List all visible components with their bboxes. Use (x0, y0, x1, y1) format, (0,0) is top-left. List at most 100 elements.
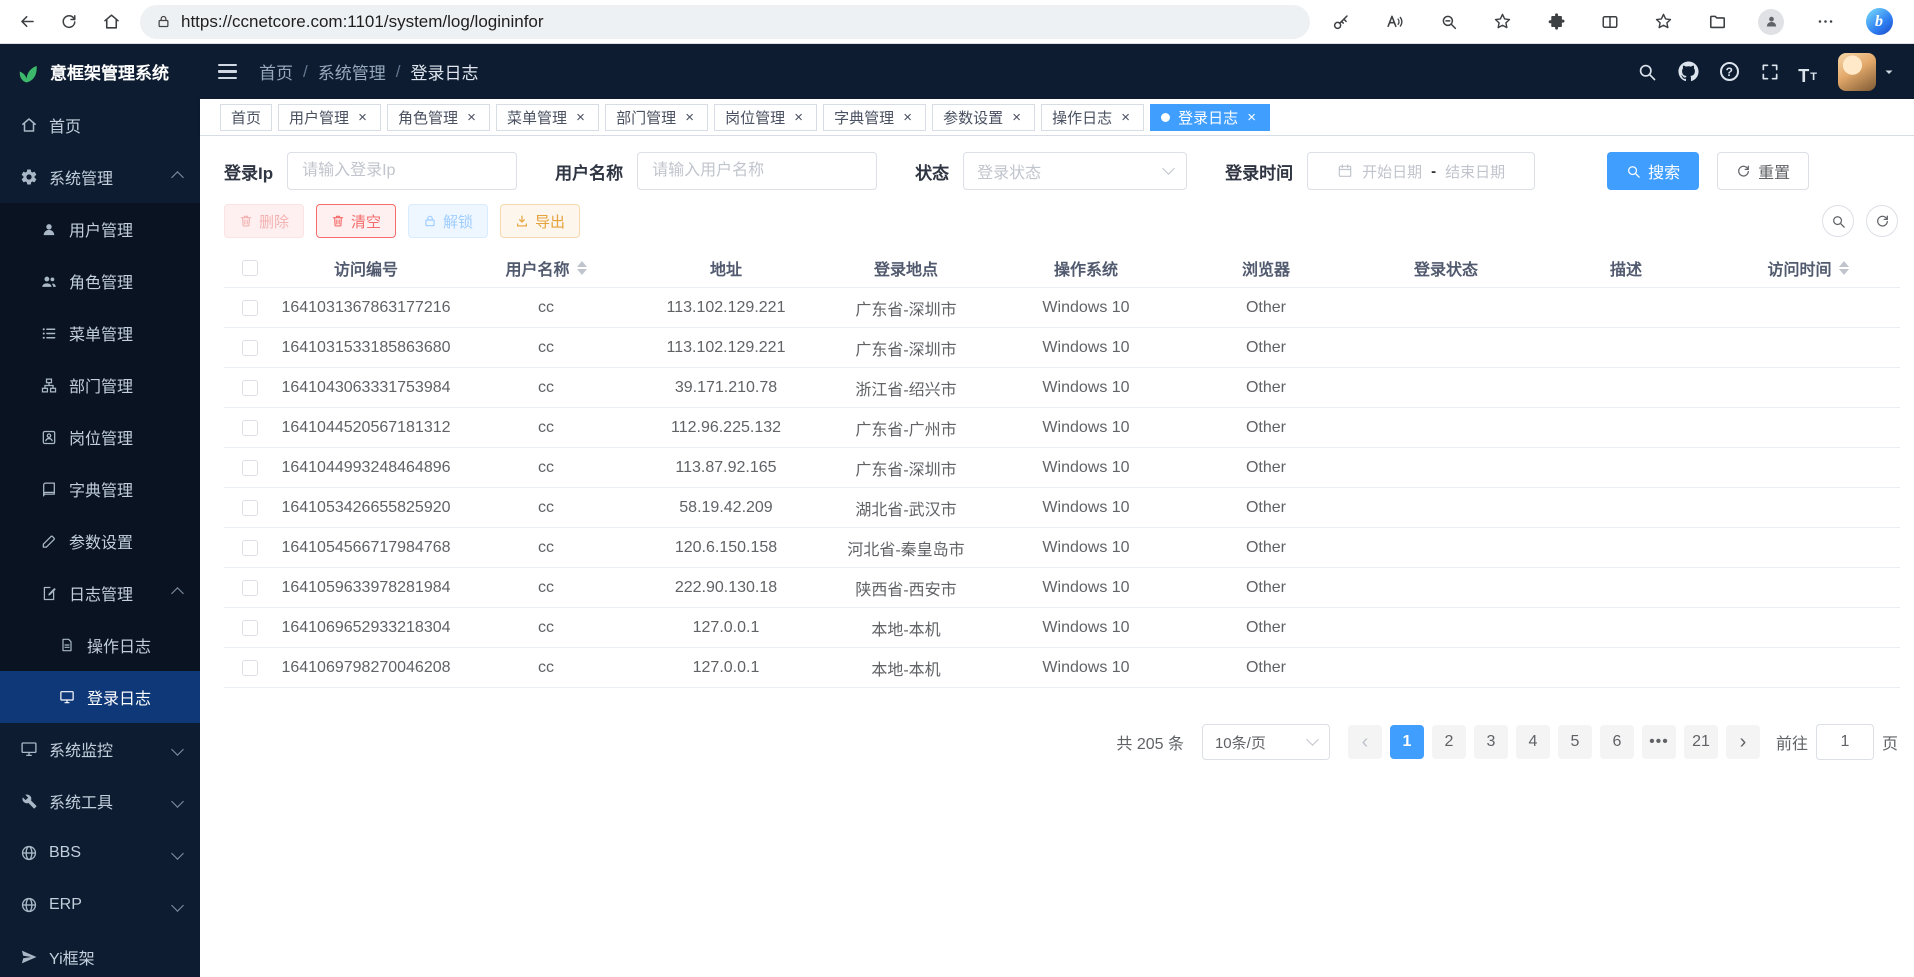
tab-home[interactable]: 首页 (220, 104, 272, 131)
column-login-status[interactable]: 登录状态 (1356, 256, 1536, 280)
tab-post-management[interactable]: 岗位管理× (714, 104, 817, 131)
row-checkbox[interactable] (242, 420, 258, 436)
sidebar-item-post-management[interactable]: 岗位管理 (0, 411, 200, 463)
collections-icon[interactable] (1699, 4, 1737, 40)
user-avatar[interactable] (1838, 53, 1876, 91)
browser-profile-button[interactable] (1752, 4, 1790, 40)
prev-page-button[interactable]: ‹ (1348, 725, 1382, 759)
sort-carets-icon[interactable] (577, 261, 587, 275)
delete-button[interactable]: 删除 (224, 204, 304, 238)
tab-close-icon[interactable]: × (464, 110, 479, 125)
row-checkbox[interactable] (242, 660, 258, 676)
sidebar-item-role-management[interactable]: 角色管理 (0, 255, 200, 307)
password-key-icon[interactable] (1322, 4, 1360, 40)
status-select[interactable]: 登录状态 (963, 152, 1187, 190)
zoom-icon[interactable] (1430, 4, 1468, 40)
next-page-button[interactable]: › (1726, 725, 1760, 759)
toggle-search-button[interactable] (1822, 205, 1854, 237)
tab-close-icon[interactable]: × (1244, 110, 1259, 125)
sidebar-item-menu-management[interactable]: 菜单管理 (0, 307, 200, 359)
sidebar-item-dept-management[interactable]: 部门管理 (0, 359, 200, 411)
sidebar-item-operation-log[interactable]: 操作日志 (0, 619, 200, 671)
row-checkbox[interactable] (242, 460, 258, 476)
app-logo[interactable]: 意框架管理系统 (0, 44, 200, 99)
row-checkbox[interactable] (242, 500, 258, 516)
search-button[interactable]: 搜索 (1607, 152, 1699, 190)
column-browser[interactable]: 浏览器 (1176, 256, 1356, 280)
sidebar-item-param-settings[interactable]: 参数设置 (0, 515, 200, 567)
page-button-6[interactable]: 6 (1600, 725, 1634, 759)
read-aloud-icon[interactable] (1376, 4, 1414, 40)
split-screen-icon[interactable] (1591, 4, 1629, 40)
page-button-4[interactable]: 4 (1516, 725, 1550, 759)
user-name-input[interactable] (637, 152, 877, 190)
row-checkbox[interactable] (242, 300, 258, 316)
tab-dept-management[interactable]: 部门管理× (605, 104, 708, 131)
column-description[interactable]: 描述 (1536, 256, 1716, 280)
extensions-icon[interactable] (1537, 4, 1575, 40)
tab-operation-log[interactable]: 操作日志× (1041, 104, 1144, 131)
reset-button[interactable]: 重置 (1717, 152, 1809, 190)
tab-login-log[interactable]: 登录日志× (1150, 104, 1270, 131)
sidebar-item-erp[interactable]: ERP (0, 879, 200, 931)
sidebar-item-dict-management[interactable]: 字典管理 (0, 463, 200, 515)
column-login-location[interactable]: 登录地点 (816, 256, 996, 280)
page-button-3[interactable]: 3 (1474, 725, 1508, 759)
select-all-checkbox[interactable] (242, 260, 258, 276)
sidebar-item-system-management[interactable]: 系统管理 (0, 151, 200, 203)
browser-address-bar[interactable]: https://ccnetcore.com:1101/system/log/lo… (140, 5, 1310, 39)
column-user-name[interactable]: 用户名称 (456, 256, 636, 280)
page-button-5[interactable]: 5 (1558, 725, 1592, 759)
more-pages-button[interactable]: ••• (1642, 725, 1676, 759)
tab-close-icon[interactable]: × (682, 110, 697, 125)
clear-button[interactable]: 清空 (316, 204, 396, 238)
sidebar-item-home[interactable]: 首页 (0, 99, 200, 151)
export-button[interactable]: 导出 (500, 204, 580, 238)
tab-role-management[interactable]: 角色管理× (387, 104, 490, 131)
tab-menu-management[interactable]: 菜单管理× (496, 104, 599, 131)
fullscreen-icon[interactable] (1757, 59, 1783, 85)
tab-dict-management[interactable]: 字典管理× (823, 104, 926, 131)
tab-close-icon[interactable]: × (1009, 110, 1024, 125)
page-button-1[interactable]: 1 (1390, 725, 1424, 759)
tab-param-settings[interactable]: 参数设置× (932, 104, 1035, 131)
row-checkbox[interactable] (242, 380, 258, 396)
column-visit-time[interactable]: 访问时间 (1716, 256, 1900, 280)
sidebar-item-system-tools[interactable]: 系统工具 (0, 775, 200, 827)
tab-close-icon[interactable]: × (791, 110, 806, 125)
help-icon[interactable]: ? (1716, 59, 1742, 85)
font-size-icon[interactable]: TT (1798, 59, 1817, 85)
column-address[interactable]: 地址 (636, 256, 816, 280)
unlock-button[interactable]: 解锁 (408, 204, 488, 238)
row-checkbox[interactable] (242, 620, 258, 636)
copilot-icon[interactable]: b (1860, 4, 1898, 40)
user-menu[interactable] (1838, 53, 1896, 91)
row-checkbox[interactable] (242, 540, 258, 556)
sidebar-item-user-management[interactable]: 用户管理 (0, 203, 200, 255)
browser-refresh-button[interactable] (50, 4, 88, 40)
column-visit-id[interactable]: 访问编号 (276, 256, 456, 280)
tab-user-management[interactable]: 用户管理× (278, 104, 381, 131)
browser-settings-icon[interactable] (1806, 4, 1844, 40)
row-checkbox[interactable] (242, 340, 258, 356)
column-os[interactable]: 操作系统 (996, 256, 1176, 280)
page-button-2[interactable]: 2 (1432, 725, 1466, 759)
tab-close-icon[interactable]: × (900, 110, 915, 125)
sidebar-item-bbs[interactable]: BBS (0, 827, 200, 879)
refresh-table-button[interactable] (1866, 205, 1898, 237)
tab-close-icon[interactable]: × (1118, 110, 1133, 125)
add-favorite-icon[interactable] (1483, 4, 1521, 40)
row-checkbox[interactable] (242, 580, 258, 596)
sidebar-item-system-monitor[interactable]: 系统监控 (0, 723, 200, 775)
sidebar-item-login-log[interactable]: 登录日志 (0, 671, 200, 723)
header-search-icon[interactable] (1634, 59, 1660, 85)
breadcrumb-system-management[interactable]: 系统管理 (318, 59, 386, 84)
page-size-select[interactable]: 10条/页 (1202, 724, 1330, 760)
browser-back-button[interactable] (8, 4, 46, 40)
sort-carets-icon[interactable] (1839, 261, 1849, 275)
tab-close-icon[interactable]: × (355, 110, 370, 125)
breadcrumb-home[interactable]: 首页 (259, 59, 293, 84)
tab-close-icon[interactable]: × (573, 110, 588, 125)
browser-home-button[interactable] (92, 4, 130, 40)
goto-page-input[interactable] (1816, 724, 1874, 760)
